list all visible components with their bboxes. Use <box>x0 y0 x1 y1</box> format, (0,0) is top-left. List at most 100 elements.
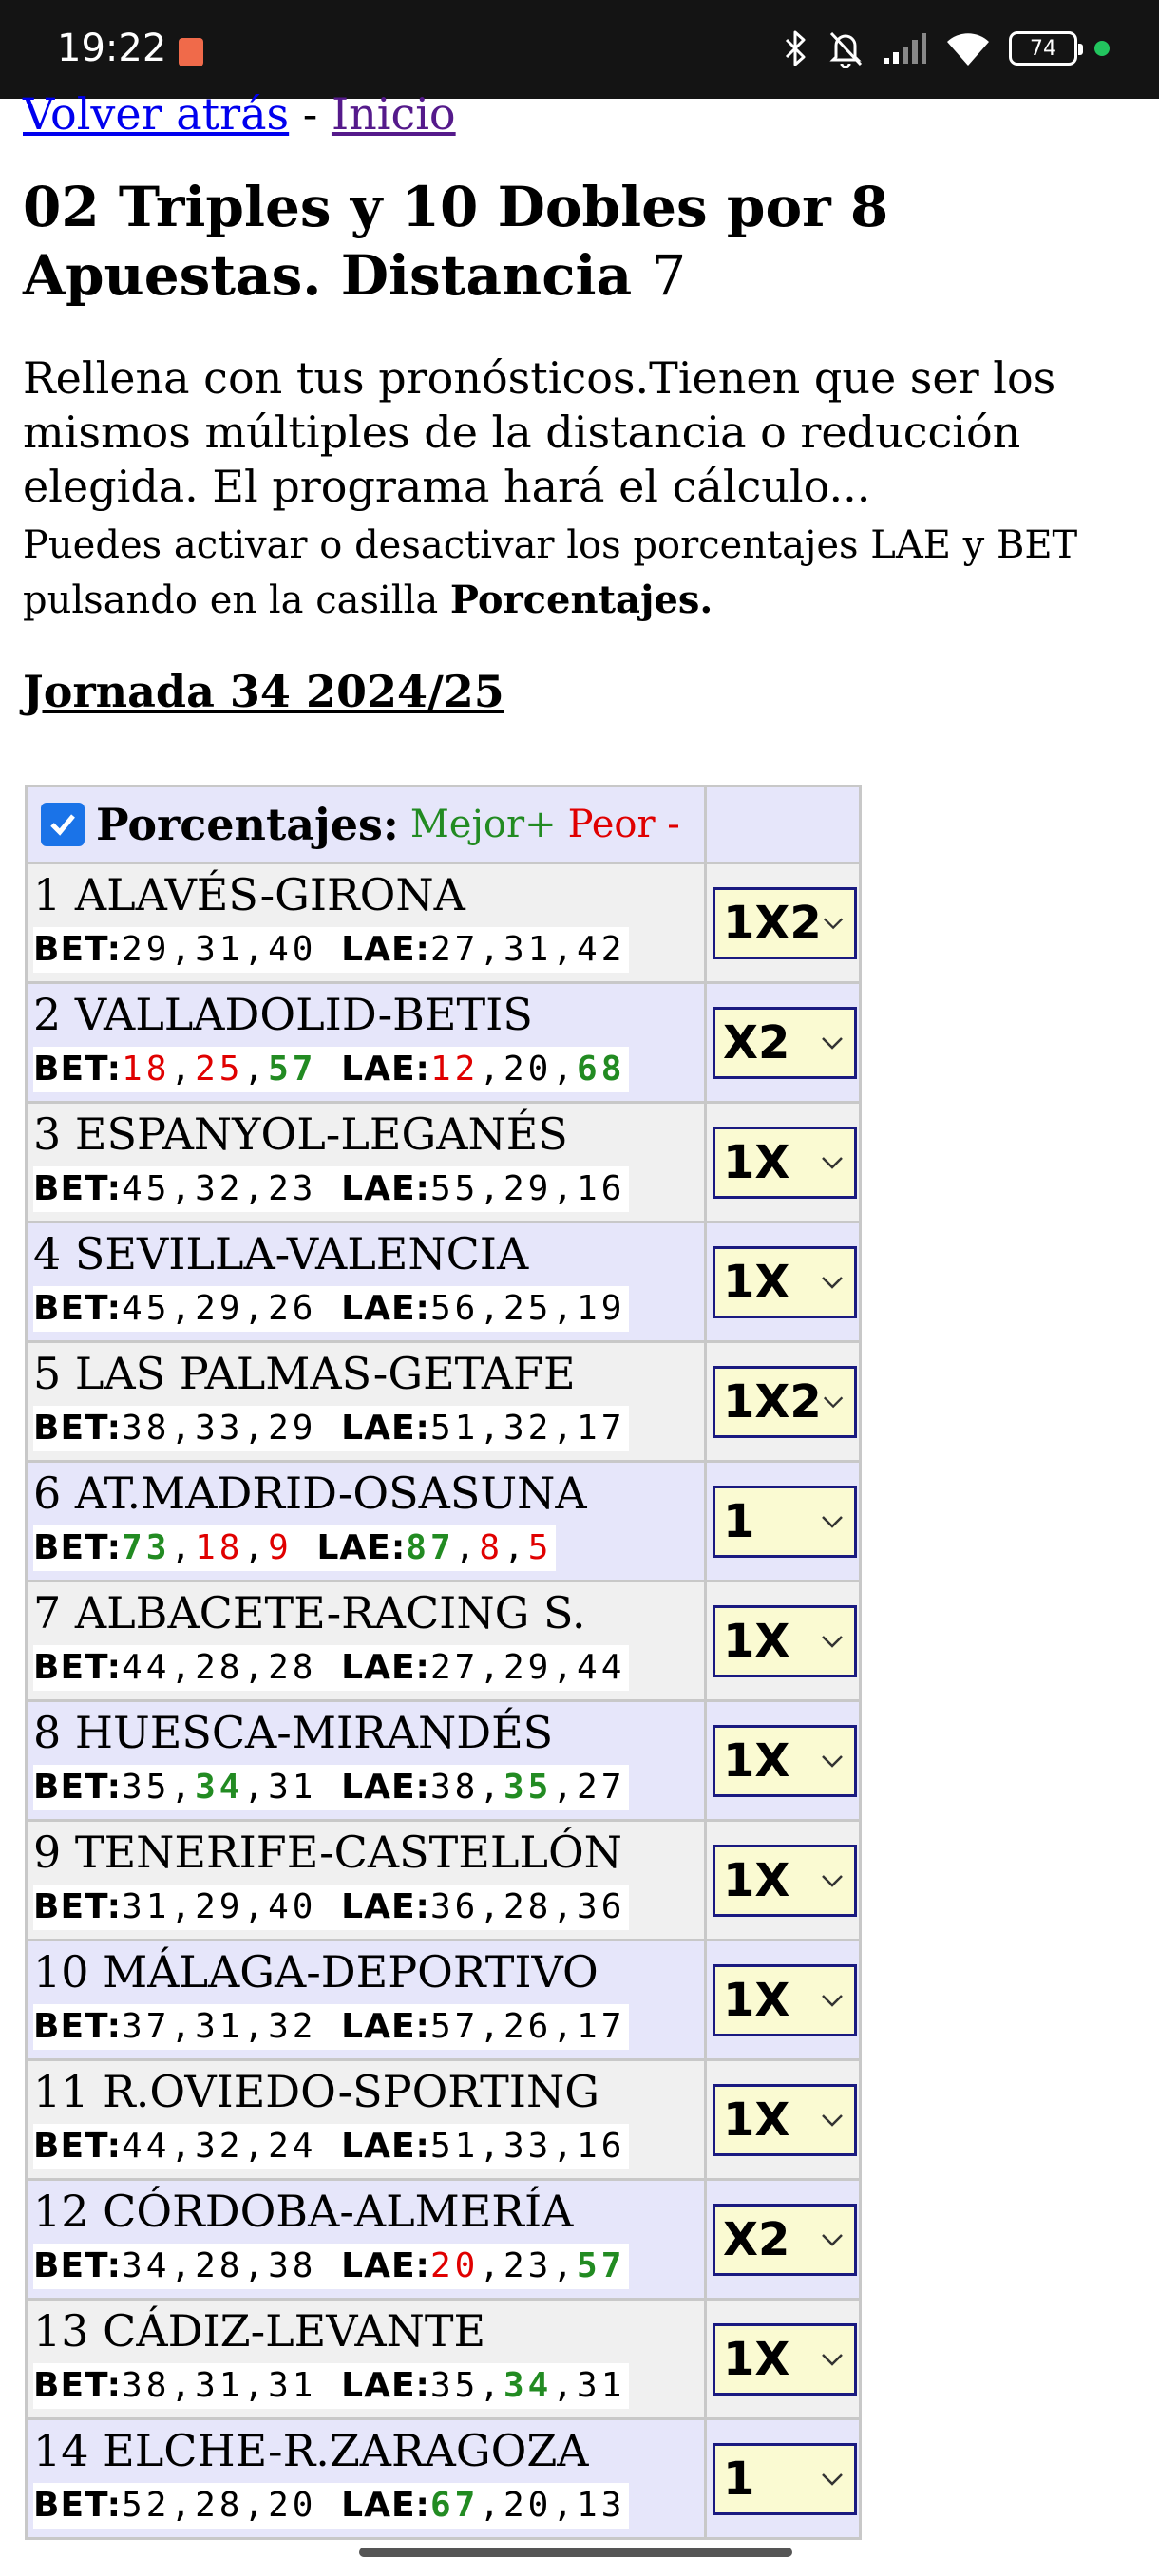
pct-value: 28 <box>195 2486 244 2525</box>
match-name: 12 CÓRDOBA-ALMERÍA <box>33 2186 574 2237</box>
match-cell: 9 TENERIFE-CASTELLÓN BET:31,29,40 LAE:36… <box>28 1822 704 1939</box>
pct-value: 26 <box>504 2007 553 2046</box>
pct-value: 38 <box>429 1768 480 1807</box>
status-time: 19:22 <box>57 27 167 70</box>
match-cell: 3 ESPANYOL-LEGANÉS BET:45,32,23 LAE:55,2… <box>28 1104 704 1221</box>
bet-label: BET: <box>33 1768 123 1807</box>
lae-label: LAE: <box>341 2486 430 2525</box>
pct-value: 24 <box>268 2127 317 2166</box>
table-row: 1 ALAVÉS-GIRONA BET:29,31,40 LAE:27,31,4… <box>28 864 859 981</box>
home-indicator[interactable] <box>359 2548 792 2557</box>
pct-value: 31 <box>195 2007 244 2046</box>
table-row: 2 VALLADOLID-BETIS BET:18,25,57 LAE:12,2… <box>28 984 859 1101</box>
match-name: 7 ALBACETE-RACING S. <box>33 1587 586 1638</box>
pick-select[interactable]: 1X <box>712 1246 857 1318</box>
pick-select[interactable]: 1X <box>712 1725 857 1797</box>
chevron-down-icon <box>822 1636 843 1648</box>
table-row: 10 MÁLAGA-DEPORTIVO BET:37,31,32 LAE:57,… <box>28 1941 859 2058</box>
chevron-down-icon <box>822 2114 843 2127</box>
pick-cell: 1X <box>707 2061 859 2178</box>
pick-select[interactable]: 1X <box>712 1605 857 1677</box>
pct-value: 51 <box>429 2127 480 2166</box>
status-bar: 19:22 74 <box>0 0 1159 99</box>
pick-select[interactable]: 1 <box>712 2443 857 2515</box>
pick-cell: 1X <box>707 1582 859 1699</box>
pct-value: 32 <box>195 2127 244 2166</box>
bet-label: BET: <box>33 1169 123 1208</box>
table-row: 11 R.OVIEDO-SPORTING BET:44,32,24 LAE:51… <box>28 2061 859 2178</box>
pct-value: 29 <box>504 1169 553 1208</box>
match-name: 4 SEVILLA-VALENCIA <box>33 1228 529 1279</box>
pct-value: 20 <box>504 2486 553 2525</box>
table-row: 8 HUESCA-MIRANDÉS BET:35,34,31 LAE:38,35… <box>28 1702 859 1819</box>
match-name: 1 ALAVÉS-GIRONA <box>33 869 466 920</box>
pick-cell: 1X2 <box>707 1343 859 1460</box>
pct-value: 67 <box>429 2486 480 2525</box>
match-percentages: BET:45,32,23 LAE:55,29,16 <box>33 1166 630 1212</box>
pct-value: 51 <box>429 1409 480 1448</box>
description-text: Rellena con tus pronósticos.Tienen que s… <box>23 352 1056 512</box>
pick-select[interactable]: 1X2 <box>712 1366 857 1438</box>
pct-value: 38 <box>122 1409 171 1448</box>
pick-select[interactable]: 1X2 <box>712 887 857 959</box>
table-row: 4 SEVILLA-VALENCIA BET:45,29,26 LAE:56,2… <box>28 1223 859 1340</box>
pick-value: 1X <box>723 1974 790 2027</box>
pct-value: 25 <box>195 1050 244 1089</box>
pct-value: 5 <box>527 1528 553 1567</box>
pick-select[interactable]: X2 <box>712 2204 857 2276</box>
lae-label: LAE: <box>341 1409 430 1448</box>
match-percentages: BET:44,32,24 LAE:51,33,16 <box>33 2124 630 2169</box>
back-link[interactable]: Volver atrás <box>23 88 289 140</box>
worse-legend: Peor - <box>567 803 680 846</box>
pick-select[interactable]: 1X <box>712 1127 857 1199</box>
pick-value: X2 <box>723 2213 790 2266</box>
pick-select[interactable]: 1X <box>712 1845 857 1917</box>
pct-value: 34 <box>504 2366 553 2405</box>
bet-label: BET: <box>33 930 123 969</box>
pct-value: 27 <box>577 1768 626 1807</box>
pct-value: 73 <box>122 1528 171 1567</box>
match-percentages: BET:52,28,20 LAE:67,20,13 <box>33 2483 630 2529</box>
match-name: 11 R.OVIEDO-SPORTING <box>33 2066 599 2117</box>
pick-cell: 1X <box>707 1702 859 1819</box>
quiniela-table: Porcentajes: Mejor+ Peor - 1 ALAVÉS-GIRO… <box>25 785 862 2540</box>
pct-value: 9 <box>268 1528 293 1567</box>
pick-select[interactable]: 1X <box>712 1964 857 2036</box>
pct-value: 40 <box>268 1887 317 1926</box>
pick-value: 1 <box>723 2453 755 2506</box>
pick-select[interactable]: 1X <box>712 2084 857 2156</box>
pct-value: 31 <box>195 2366 244 2405</box>
check-icon <box>50 814 75 836</box>
pick-cell: 1X <box>707 1941 859 2058</box>
match-cell: 1 ALAVÉS-GIRONA BET:29,31,40 LAE:27,31,4… <box>28 864 704 981</box>
home-link[interactable]: Inicio <box>332 88 456 140</box>
lae-label: LAE: <box>341 1768 430 1807</box>
pick-cell: 1X <box>707 1822 859 1939</box>
lae-label: LAE: <box>341 1169 430 1208</box>
pct-value: 31 <box>195 930 244 969</box>
percentages-checkbox[interactable] <box>41 803 85 846</box>
match-name: 6 AT.MADRID-OSASUNA <box>33 1468 587 1519</box>
pick-value: 1X <box>723 1615 790 1668</box>
bet-label: BET: <box>33 1409 123 1448</box>
title-distance: 7 <box>651 243 687 308</box>
pct-value: 32 <box>268 2007 317 2046</box>
table-row: 9 TENERIFE-CASTELLÓN BET:31,29,40 LAE:36… <box>28 1822 859 1939</box>
match-name: 3 ESPANYOL-LEGANÉS <box>33 1108 568 1160</box>
pick-select[interactable]: 1X <box>712 2323 857 2396</box>
chevron-down-icon <box>822 2234 843 2246</box>
jornada-heading: Jornada 34 2024/25 <box>23 666 504 717</box>
pick-select[interactable]: 1 <box>712 1486 857 1558</box>
pct-value: 31 <box>577 2366 626 2405</box>
match-percentages: BET:38,31,31 LAE:35,34,31 <box>33 2363 630 2409</box>
nav-separator: - <box>289 88 332 140</box>
pct-value: 38 <box>268 2246 317 2285</box>
pick-select[interactable]: X2 <box>712 1007 857 1079</box>
bet-label: BET: <box>33 1887 123 1926</box>
pick-value: 1X <box>723 1256 790 1309</box>
chevron-down-icon <box>822 1157 843 1169</box>
page-content: Volver atrás - Inicio 02 Triples y 10 Do… <box>23 92 1144 717</box>
match-name: 9 TENERIFE-CASTELLÓN <box>33 1827 622 1878</box>
pct-value: 31 <box>268 2366 317 2405</box>
pct-value: 20 <box>504 1050 553 1089</box>
